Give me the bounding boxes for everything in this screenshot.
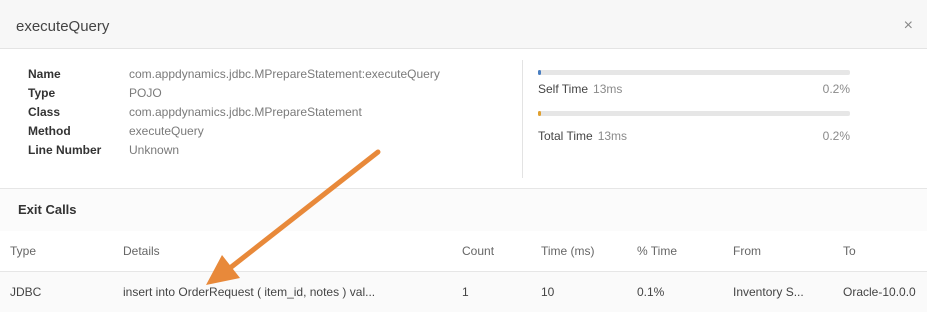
self-time-value: 13ms — [593, 82, 623, 96]
property-row-line-number: Line Number Unknown — [28, 140, 440, 159]
property-label: Name — [28, 66, 61, 81]
column-header-count[interactable]: Count — [462, 244, 494, 258]
column-header-details[interactable]: Details — [123, 244, 160, 258]
property-row-class: Class com.appdynamics.jdbc.MPrepareState… — [28, 102, 440, 121]
dialog-title: executeQuery — [16, 18, 110, 35]
property-value: Unknown — [129, 142, 180, 157]
cell-to[interactable]: Oracle-10.0.0 — [843, 285, 927, 299]
cell-count: 1 — [462, 285, 469, 299]
self-time-bar-fill — [538, 70, 541, 75]
property-label: Class — [28, 104, 61, 119]
self-time-bar — [538, 70, 850, 75]
total-time-percent: 0.2% — [822, 129, 850, 143]
property-value: POJO — [129, 85, 162, 100]
exit-calls-table-header: Type Details Count Time (ms) % Time From… — [0, 231, 927, 272]
dialog-titlebar: executeQuery × — [0, 0, 927, 49]
cell-time: 10 — [541, 285, 555, 299]
property-value: com.appdynamics.jdbc.MPrepareStatement — [129, 104, 362, 119]
close-icon[interactable]: × — [904, 17, 913, 35]
property-label: Line Number — [28, 142, 102, 157]
self-time-metric: Self Time 13ms 0.2% — [538, 70, 850, 96]
panel-divider — [522, 60, 523, 178]
property-value: com.appdynamics.jdbc.MPrepareStatement:e… — [129, 66, 440, 81]
exit-calls-title: Exit Calls — [18, 202, 77, 217]
property-row-name: Name com.appdynamics.jdbc.MPrepareStatem… — [28, 64, 440, 83]
total-time-label: Total Time 13ms — [538, 129, 628, 143]
cell-details[interactable]: insert into OrderRequest ( item_id, note… — [123, 285, 448, 299]
cell-from[interactable]: Inventory S... — [733, 285, 833, 299]
table-row[interactable]: JDBC insert into OrderRequest ( item_id,… — [0, 272, 927, 312]
cell-percent-time: 0.1% — [637, 285, 665, 299]
property-label: Type — [28, 85, 56, 100]
column-header-to[interactable]: To — [843, 244, 856, 258]
total-time-metric: Total Time 13ms 0.2% — [538, 111, 850, 143]
total-time-bar-fill — [538, 111, 541, 116]
column-header-type[interactable]: Type — [10, 244, 36, 258]
property-row-method: Method executeQuery — [28, 121, 440, 140]
column-header-percent-time[interactable]: % Time — [637, 244, 677, 258]
exit-calls-header: Exit Calls — [0, 188, 927, 232]
self-time-percent: 0.2% — [822, 82, 850, 96]
total-time-bar — [538, 111, 850, 116]
column-header-time[interactable]: Time (ms) — [541, 244, 595, 258]
property-label: Method — [28, 123, 71, 138]
total-time-value: 13ms — [597, 129, 628, 143]
cell-type: JDBC — [10, 285, 42, 299]
properties-panel: Name com.appdynamics.jdbc.MPrepareStatem… — [28, 64, 440, 159]
self-time-label: Self Time 13ms — [538, 82, 623, 96]
property-value: executeQuery — [129, 123, 204, 138]
column-header-from[interactable]: From — [733, 244, 761, 258]
property-row-type: Type POJO — [28, 83, 440, 102]
